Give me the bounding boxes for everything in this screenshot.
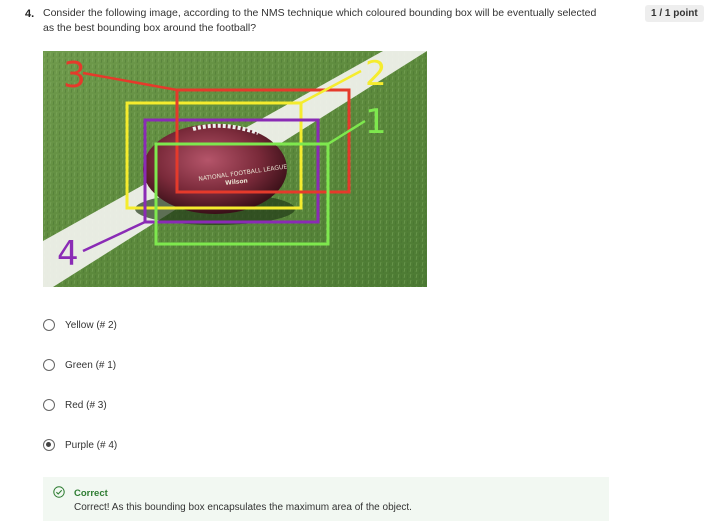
feedback-message: Correct! As this bounding box encapsulat… (74, 502, 412, 513)
feedback-status: Correct (74, 488, 108, 499)
option-red[interactable]: Red (# 3) (43, 396, 243, 414)
label-box-2: 2 (365, 54, 387, 94)
option-green[interactable]: Green (# 1) (43, 356, 243, 374)
radio-button[interactable] (43, 319, 55, 331)
feedback-panel: Correct Correct! As this bounding box en… (43, 477, 609, 521)
radio-button[interactable] (43, 359, 55, 371)
option-label: Yellow (# 2) (65, 319, 117, 331)
question-image: NATIONAL FOOTBALL LEAGUE Wilson 3 2 1 4 (43, 51, 427, 287)
label-box-4: 4 (57, 234, 79, 274)
option-yellow[interactable]: Yellow (# 2) (43, 316, 243, 334)
radio-button-selected[interactable] (43, 439, 55, 451)
radio-button[interactable] (43, 399, 55, 411)
points-badge: 1 / 1 point (645, 5, 704, 22)
check-circle-icon (53, 486, 65, 498)
label-box-1: 1 (365, 102, 387, 142)
option-label: Purple (# 4) (65, 439, 118, 451)
question-number: 4. (25, 8, 35, 20)
question-text: Consider the following image, according … (43, 7, 597, 34)
label-box-3: 3 (63, 55, 86, 96)
option-purple[interactable]: Purple (# 4) (43, 436, 243, 454)
option-label: Red (# 3) (65, 399, 107, 411)
option-label: Green (# 1) (65, 359, 117, 371)
